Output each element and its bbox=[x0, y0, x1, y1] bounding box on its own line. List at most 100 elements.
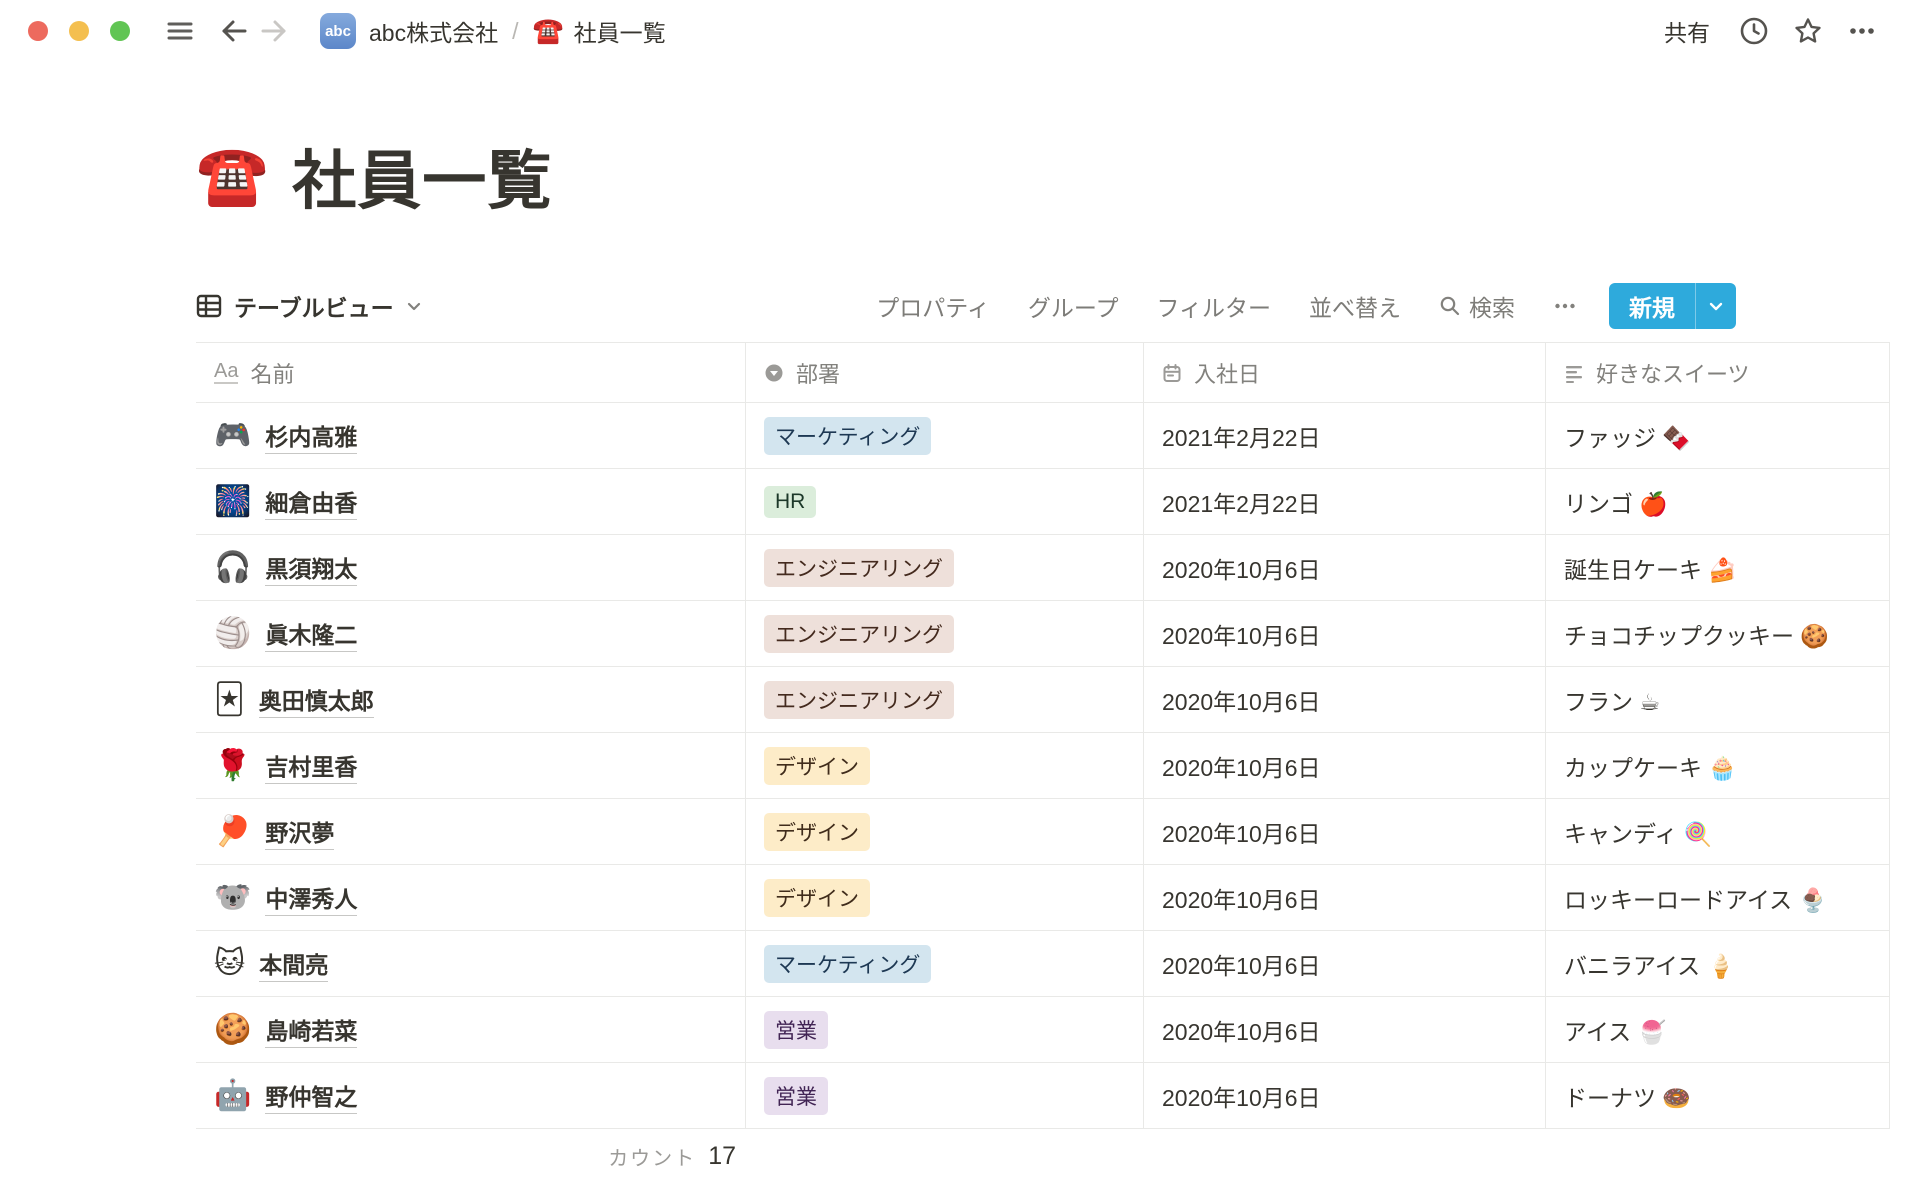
name-cell[interactable]: 🃏奥田慎太郎 bbox=[196, 667, 746, 732]
department-tag[interactable]: エンジニアリング bbox=[764, 615, 954, 653]
name-cell[interactable]: 🎧黒須翔太 bbox=[196, 535, 746, 600]
workspace-icon[interactable]: abc bbox=[320, 13, 356, 49]
name-cell[interactable]: 🤖野仲智之 bbox=[196, 1063, 746, 1128]
name-cell[interactable]: 🍪島崎若菜 bbox=[196, 997, 746, 1062]
table-view-tab[interactable]: テーブルビュー bbox=[196, 289, 422, 323]
employee-page-link[interactable]: 細倉由香 bbox=[265, 484, 357, 520]
department-cell[interactable]: 営業 bbox=[746, 1063, 1144, 1128]
name-cell[interactable]: 🎮杉内高雅 bbox=[196, 403, 746, 468]
sweet-cell[interactable]: アイス 🍧 bbox=[1546, 997, 1890, 1062]
breadcrumb-workspace[interactable]: abc株式会社 bbox=[369, 14, 498, 48]
sweet-value: リンゴ 🍎 bbox=[1564, 485, 1668, 519]
department-cell[interactable]: マーケティング bbox=[746, 403, 1144, 468]
breadcrumb-page[interactable]: 社員一覧 bbox=[574, 14, 666, 48]
join-date-cell[interactable]: 2020年10月6日 bbox=[1144, 535, 1546, 600]
row-avatar-emoji: 🏐 bbox=[214, 616, 251, 651]
department-tag[interactable]: HR bbox=[764, 486, 816, 518]
column-header-department[interactable]: 部署 bbox=[746, 343, 1144, 402]
group-button[interactable]: グループ bbox=[1016, 283, 1131, 329]
department-tag[interactable]: デザイン bbox=[764, 879, 870, 917]
department-cell[interactable]: エンジニアリング bbox=[746, 535, 1144, 600]
search-button[interactable]: 検索 bbox=[1427, 283, 1527, 329]
forward-icon[interactable] bbox=[254, 11, 294, 51]
table-count-footer[interactable]: カウント 17 bbox=[196, 1129, 746, 1183]
sweet-value: カップケーキ 🧁 bbox=[1564, 749, 1737, 783]
employee-page-link[interactable]: 吉村里香 bbox=[265, 748, 357, 784]
properties-button[interactable]: プロパティ bbox=[864, 283, 1002, 329]
employee-page-link[interactable]: 黒須翔太 bbox=[265, 550, 357, 586]
employee-page-link[interactable]: 野沢夢 bbox=[265, 814, 334, 850]
department-cell[interactable]: デザイン bbox=[746, 733, 1144, 798]
join-date-cell[interactable]: 2020年10月6日 bbox=[1144, 865, 1546, 930]
join-date-cell[interactable]: 2020年10月6日 bbox=[1144, 931, 1546, 996]
page-title-text[interactable]: 社員一覧 bbox=[292, 130, 552, 222]
column-header-join-date[interactable]: 入社日 bbox=[1144, 343, 1546, 402]
department-cell[interactable]: HR bbox=[746, 469, 1144, 534]
sweet-cell[interactable]: カップケーキ 🧁 bbox=[1546, 733, 1890, 798]
name-cell[interactable]: 🐱本間亮 bbox=[196, 931, 746, 996]
page-title-emoji[interactable]: ☎️ bbox=[196, 142, 268, 210]
view-more-icon[interactable] bbox=[1541, 288, 1589, 324]
employee-page-link[interactable]: 本間亮 bbox=[259, 946, 328, 982]
new-record-button[interactable]: 新規 bbox=[1609, 283, 1736, 329]
department-cell[interactable]: エンジニアリング bbox=[746, 667, 1144, 732]
more-options-icon[interactable] bbox=[1842, 11, 1882, 51]
department-tag[interactable]: デザイン bbox=[764, 747, 870, 785]
department-tag[interactable]: マーケティング bbox=[764, 417, 931, 455]
sweet-cell[interactable]: バニラアイス 🍦 bbox=[1546, 931, 1890, 996]
employee-page-link[interactable]: 奥田慎太郎 bbox=[259, 682, 374, 718]
employee-page-link[interactable]: 眞木隆二 bbox=[265, 616, 357, 652]
column-header-favorite-sweet[interactable]: 好きなスイーツ bbox=[1546, 343, 1890, 402]
sidebar-menu-icon[interactable] bbox=[160, 11, 200, 51]
join-date-cell[interactable]: 2020年10月6日 bbox=[1144, 733, 1546, 798]
join-date-cell[interactable]: 2020年10月6日 bbox=[1144, 997, 1546, 1062]
sort-button[interactable]: 並べ替え bbox=[1297, 283, 1413, 329]
employee-page-link[interactable]: 島崎若菜 bbox=[265, 1012, 357, 1048]
join-date-cell[interactable]: 2020年10月6日 bbox=[1144, 601, 1546, 666]
department-tag[interactable]: 営業 bbox=[764, 1011, 828, 1049]
department-cell[interactable]: エンジニアリング bbox=[746, 601, 1144, 666]
column-header-name[interactable]: Aa 名前 bbox=[196, 343, 746, 402]
table-row: 🏓 野沢夢 デザイン 2020年10月6日 キャンディ 🍭 bbox=[196, 799, 1890, 865]
sweet-cell[interactable]: チョコチップクッキー 🍪 bbox=[1546, 601, 1890, 666]
zoom-window-button[interactable] bbox=[110, 21, 130, 41]
new-button-dropdown[interactable] bbox=[1695, 283, 1736, 329]
row-avatar-emoji: 🏓 bbox=[214, 814, 251, 849]
name-cell[interactable]: 🌹吉村里香 bbox=[196, 733, 746, 798]
filter-button[interactable]: フィルター bbox=[1144, 283, 1283, 329]
favorite-star-icon[interactable] bbox=[1788, 11, 1828, 51]
department-cell[interactable]: 営業 bbox=[746, 997, 1144, 1062]
name-cell[interactable]: 🏓 野沢夢 bbox=[196, 799, 746, 864]
name-cell[interactable]: 🎆細倉由香 bbox=[196, 469, 746, 534]
close-window-button[interactable] bbox=[28, 21, 48, 41]
updates-clock-icon[interactable] bbox=[1734, 11, 1774, 51]
minimize-window-button[interactable] bbox=[69, 21, 89, 41]
employee-page-link[interactable]: 中澤秀人 bbox=[265, 880, 357, 916]
sweet-cell[interactable]: ファッジ 🍫 bbox=[1546, 403, 1890, 468]
name-cell[interactable]: 🏐 眞木隆二 bbox=[196, 601, 746, 666]
back-icon[interactable] bbox=[214, 11, 254, 51]
share-button[interactable]: 共有 bbox=[1654, 10, 1720, 52]
sweet-cell[interactable]: ドーナツ 🍩 bbox=[1546, 1063, 1890, 1128]
sweet-cell[interactable]: フラン ☕ bbox=[1546, 667, 1890, 732]
department-cell[interactable]: マーケティング bbox=[746, 931, 1144, 996]
join-date-cell[interactable]: 2020年10月6日 bbox=[1144, 799, 1546, 864]
department-tag[interactable]: マーケティング bbox=[764, 945, 931, 983]
name-cell[interactable]: 🐨中澤秀人 bbox=[196, 865, 746, 930]
department-tag[interactable]: デザイン bbox=[764, 813, 870, 851]
employee-page-link[interactable]: 杉内高雅 bbox=[265, 418, 357, 454]
sweet-cell[interactable]: リンゴ 🍎 bbox=[1546, 469, 1890, 534]
sweet-cell[interactable]: ロッキーロードアイス 🍨 bbox=[1546, 865, 1890, 930]
join-date-cell[interactable]: 2020年10月6日 bbox=[1144, 667, 1546, 732]
join-date-cell[interactable]: 2020年10月6日 bbox=[1144, 1063, 1546, 1128]
sweet-cell[interactable]: 誕生日ケーキ 🍰 bbox=[1546, 535, 1890, 600]
join-date-cell[interactable]: 2021年2月22日 bbox=[1144, 469, 1546, 534]
department-tag[interactable]: エンジニアリング bbox=[764, 549, 954, 587]
department-tag[interactable]: 営業 bbox=[764, 1077, 828, 1115]
department-cell[interactable]: デザイン bbox=[746, 799, 1144, 864]
employee-page-link[interactable]: 野仲智之 bbox=[265, 1078, 357, 1114]
department-cell[interactable]: デザイン bbox=[746, 865, 1144, 930]
join-date-cell[interactable]: 2021年2月22日 bbox=[1144, 403, 1546, 468]
department-tag[interactable]: エンジニアリング bbox=[764, 681, 954, 719]
sweet-cell[interactable]: キャンディ 🍭 bbox=[1546, 799, 1890, 864]
